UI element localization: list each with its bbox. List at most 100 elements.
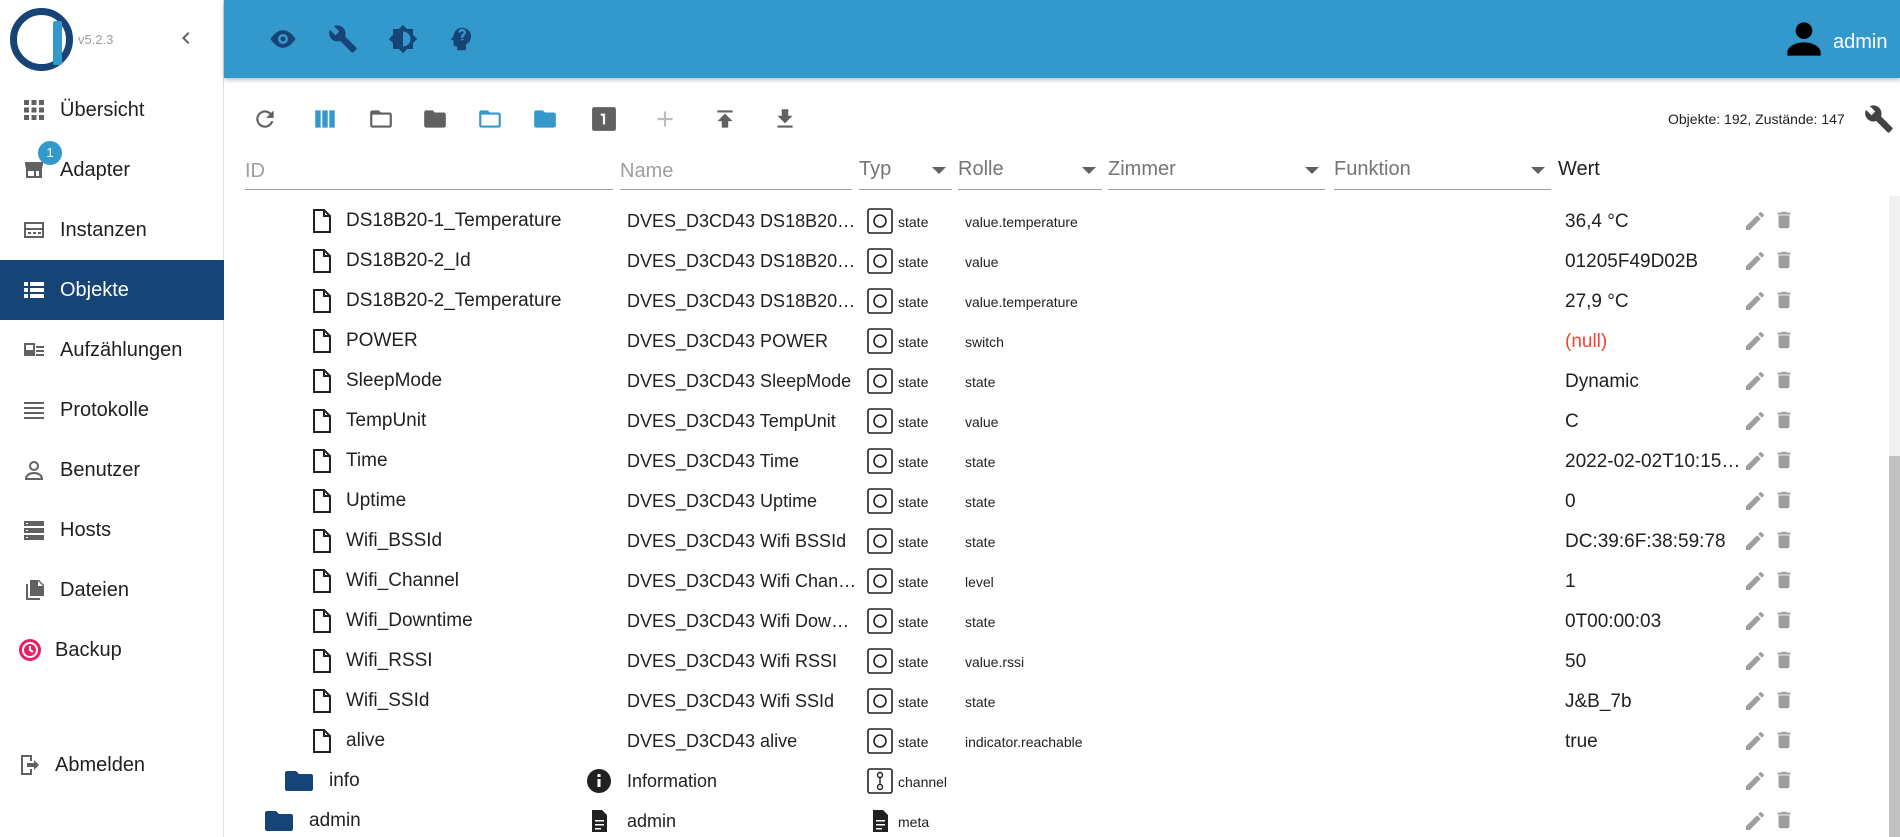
object-id[interactable]: Wifi_Channel	[346, 570, 459, 592]
edit-button[interactable]	[1743, 369, 1767, 393]
object-id[interactable]: Wifi_RSSI	[346, 650, 433, 672]
delete-button[interactable]	[1773, 729, 1795, 753]
edit-button[interactable]	[1743, 569, 1767, 593]
object-id[interactable]: Wifi_BSSId	[346, 530, 442, 552]
object-id[interactable]: DS18B20-2_Temperature	[346, 290, 561, 312]
object-value[interactable]: 0T00:00:03	[1565, 611, 1661, 633]
edit-button[interactable]	[1743, 249, 1767, 273]
object-value[interactable]: true	[1565, 731, 1598, 753]
sidebar-item-objekte[interactable]: Objekte	[0, 260, 224, 320]
delete-button[interactable]	[1773, 329, 1795, 353]
delete-button[interactable]	[1773, 569, 1795, 593]
object-id[interactable]: SleepMode	[346, 370, 442, 392]
object-value[interactable]: DC:39:6F:38:59:78	[1565, 531, 1726, 553]
object-id[interactable]: Uptime	[346, 490, 406, 512]
account-icon[interactable]	[1784, 18, 1824, 60]
delete-button[interactable]	[1773, 249, 1795, 273]
level-one-icon[interactable]	[591, 106, 617, 132]
object-value[interactable]: Dynamic	[1565, 371, 1639, 393]
add-icon[interactable]	[652, 106, 678, 132]
table-row[interactable]: DS18B20-1_Temperature DVES_D3CD43 DS18B20…	[234, 200, 1880, 240]
edit-button[interactable]	[1743, 529, 1767, 553]
object-id[interactable]: Wifi_SSId	[346, 690, 429, 712]
object-value[interactable]: 50	[1565, 651, 1586, 673]
type-filter-select[interactable]: Typ	[859, 150, 952, 190]
refresh-icon[interactable]	[252, 106, 278, 132]
delete-button[interactable]	[1773, 649, 1795, 673]
table-row[interactable]: Uptime DVES_D3CD43 Uptime state state 0	[234, 480, 1880, 520]
object-id[interactable]: Time	[346, 450, 388, 472]
settings-wrench-icon[interactable]	[1864, 104, 1894, 134]
sidebar-item-hosts[interactable]: Hosts	[0, 500, 224, 560]
sidebar-item-uebersicht[interactable]: Übersicht	[0, 80, 224, 140]
table-row[interactable]: Time DVES_D3CD43 Time state state 2022-02-02…	[234, 440, 1880, 480]
sidebar-item-aufzaehlungen[interactable]: Aufzählungen	[0, 320, 224, 380]
id-filter-input[interactable]	[245, 150, 613, 186]
table-row[interactable]: DS18B20-2_Id DVES_D3CD43 DS18B20-2 Id stat…	[234, 240, 1880, 280]
edit-button[interactable]	[1743, 649, 1767, 673]
object-value[interactable]: 36,4 °C	[1565, 211, 1629, 233]
upload-icon[interactable]	[712, 106, 738, 132]
table-row[interactable]: admin admin meta	[234, 800, 1880, 837]
table-row[interactable]: Wifi_Downtime DVES_D3CD43 Wifi Downtime st…	[234, 600, 1880, 640]
delete-button[interactable]	[1773, 449, 1795, 473]
sidebar-item-instanzen[interactable]: Instanzen	[0, 200, 224, 260]
edit-button[interactable]	[1743, 409, 1767, 433]
object-value[interactable]: 0	[1565, 491, 1576, 513]
edit-button[interactable]	[1743, 289, 1767, 313]
object-value[interactable]: (null)	[1565, 331, 1607, 353]
object-value[interactable]: C	[1565, 411, 1579, 433]
object-value[interactable]: 1	[1565, 571, 1576, 593]
object-id[interactable]: DS18B20-1_Temperature	[346, 210, 561, 232]
object-id[interactable]: POWER	[346, 330, 418, 352]
user-name[interactable]: admin	[1833, 31, 1887, 54]
collapse-folders-icon[interactable]	[532, 106, 558, 132]
delete-button[interactable]	[1773, 769, 1795, 793]
object-id[interactable]: Wifi_Downtime	[346, 610, 473, 632]
folder-icon[interactable]	[422, 106, 448, 132]
edit-button[interactable]	[1743, 769, 1767, 793]
name-filter-input[interactable]	[620, 150, 852, 186]
table-row[interactable]: POWER DVES_D3CD43 POWER state switch (null)	[234, 320, 1880, 360]
sidebar-item-benutzer[interactable]: Benutzer	[0, 440, 224, 500]
folder-icon[interactable]	[264, 809, 294, 833]
delete-button[interactable]	[1773, 409, 1795, 433]
object-value[interactable]: 2022-02-02T10:15:00	[1565, 451, 1743, 473]
delete-button[interactable]	[1773, 689, 1795, 713]
logout-button[interactable]: Abmelden	[0, 735, 224, 795]
delete-button[interactable]	[1773, 809, 1795, 833]
wrench-icon[interactable]	[328, 24, 358, 54]
table-row[interactable]: Wifi_SSId DVES_D3CD43 Wifi SSId state state…	[234, 680, 1880, 720]
columns-icon[interactable]	[312, 106, 338, 132]
table-row[interactable]: Wifi_RSSI DVES_D3CD43 Wifi RSSI state value…	[234, 640, 1880, 680]
object-id[interactable]: TempUnit	[346, 410, 426, 432]
sidebar-item-dateien[interactable]: Dateien	[0, 560, 224, 620]
table-row[interactable]: Wifi_BSSId DVES_D3CD43 Wifi BSSId state sta…	[234, 520, 1880, 560]
sidebar-item-backup[interactable]: Backup	[0, 620, 224, 680]
edit-button[interactable]	[1743, 329, 1767, 353]
function-filter-select[interactable]: Funktion	[1334, 150, 1551, 190]
edit-button[interactable]	[1743, 609, 1767, 633]
eye-icon[interactable]	[268, 24, 298, 54]
table-row[interactable]: alive DVES_D3CD43 alive state indicator.rea…	[234, 720, 1880, 760]
brightness-icon[interactable]	[388, 24, 418, 54]
download-icon[interactable]	[772, 106, 798, 132]
expand-folders-icon[interactable]	[477, 106, 503, 132]
chevron-left-icon[interactable]	[174, 26, 198, 50]
delete-button[interactable]	[1773, 289, 1795, 313]
table-row[interactable]: SleepMode DVES_D3CD43 SleepMode state state…	[234, 360, 1880, 400]
table-row[interactable]: DS18B20-2_Temperature DVES_D3CD43 DS18B20…	[234, 280, 1880, 320]
role-filter-select[interactable]: Rolle	[958, 150, 1102, 190]
edit-button[interactable]	[1743, 449, 1767, 473]
object-value[interactable]: 27,9 °C	[1565, 291, 1629, 313]
table-row[interactable]: Wifi_Channel DVES_D3CD43 Wifi Channel stat…	[234, 560, 1880, 600]
edit-button[interactable]	[1743, 689, 1767, 713]
folder-icon[interactable]	[284, 769, 314, 793]
delete-button[interactable]	[1773, 209, 1795, 233]
room-filter-select[interactable]: Zimmer	[1108, 150, 1325, 190]
iobroker-logo[interactable]	[10, 8, 73, 71]
expert-mode-icon[interactable]	[446, 24, 476, 54]
edit-button[interactable]	[1743, 729, 1767, 753]
delete-button[interactable]	[1773, 369, 1795, 393]
edit-button[interactable]	[1743, 489, 1767, 513]
